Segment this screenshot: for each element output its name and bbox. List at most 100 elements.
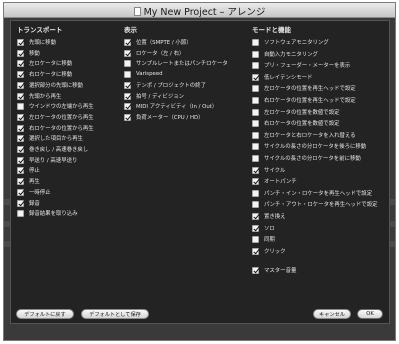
unchecked-checkbox[interactable]	[124, 70, 131, 78]
checked-checkbox[interactable]	[252, 166, 259, 174]
checked-checkbox[interactable]	[17, 49, 24, 57]
option-label: サンプルレートまたはパンチロケータ	[136, 61, 228, 67]
option-row[interactable]: サンプルレートまたはパンチロケータ	[124, 58, 228, 68]
option-row[interactable]: マスター音量	[252, 265, 296, 275]
checked-checkbox[interactable]	[17, 199, 24, 207]
option-row[interactable]: 左ロケータの位置を数値で設定	[252, 107, 339, 117]
option-row[interactable]: サイクルの長さの分ロケータを前に移動	[252, 153, 361, 163]
checked-checkbox[interactable]	[17, 156, 24, 164]
restore-default-button[interactable]: デフォルトに戻す	[16, 309, 74, 319]
option-row[interactable]: サイクルの長さの分ロケータを後ろに移動	[252, 141, 366, 151]
option-label: 左ロケータと右ロケータを入れ替える	[264, 133, 356, 139]
checked-checkbox[interactable]	[124, 113, 131, 121]
checked-checkbox[interactable]	[252, 266, 259, 274]
checked-checkbox[interactable]	[17, 145, 24, 153]
option-row[interactable]: オートパンチ	[252, 176, 297, 186]
unchecked-checkbox[interactable]	[252, 38, 259, 46]
option-row[interactable]: 停止	[17, 165, 40, 175]
option-row[interactable]: Varispeed	[124, 69, 163, 79]
checked-checkbox[interactable]	[124, 102, 131, 110]
option-row[interactable]: 右ロケータの位置を再生ヘッドで設定	[252, 95, 356, 105]
option-row[interactable]: ソロ	[252, 223, 275, 233]
option-row[interactable]: 一時停止	[17, 187, 51, 197]
unchecked-checkbox[interactable]	[252, 96, 259, 104]
option-row[interactable]: 左ロケータと右ロケータを入れ替える	[252, 130, 355, 140]
checked-checkbox[interactable]	[124, 92, 131, 100]
option-row[interactable]: ロケータ（左 / 右）	[124, 48, 184, 58]
unchecked-checkbox[interactable]	[124, 59, 131, 67]
option-row[interactable]: 右ロケータの位置を数値で設定	[252, 118, 339, 128]
unchecked-checkbox[interactable]	[252, 235, 259, 243]
option-row[interactable]: 巻き戻し / 高速巻き戻し	[17, 144, 88, 154]
option-row[interactable]: テンポ / プロジェクトの終了	[124, 80, 206, 90]
option-row[interactable]: 右ロケータに移動	[17, 69, 72, 79]
option-row[interactable]: ソフトウェアモニタリング	[252, 37, 329, 47]
unchecked-checkbox[interactable]	[252, 61, 259, 69]
option-row[interactable]: 同期	[252, 234, 275, 244]
checked-checkbox[interactable]	[17, 188, 24, 196]
option-row[interactable]: 左ロケータの位置から再生	[17, 112, 94, 122]
ok-button[interactable]: OK	[357, 309, 383, 319]
option-row[interactable]: 負荷メーター（CPU / HD）	[124, 112, 204, 122]
checked-checkbox[interactable]	[17, 81, 24, 89]
option-label: 先頭から再生	[29, 94, 62, 100]
unchecked-checkbox[interactable]	[252, 200, 259, 208]
option-row[interactable]: 拍号 / ディビジョン	[124, 91, 184, 101]
checked-checkbox[interactable]	[17, 113, 24, 121]
option-row[interactable]: 位置（SMPTE / 小節）	[124, 37, 192, 47]
option-row[interactable]: 選択した項目から再生	[17, 133, 83, 143]
checked-checkbox[interactable]	[17, 38, 24, 46]
checked-checkbox[interactable]	[124, 49, 131, 57]
checked-checkbox[interactable]	[17, 134, 24, 142]
option-row[interactable]: 録音結果を取り込み	[17, 208, 78, 218]
checked-checkbox[interactable]	[252, 212, 259, 220]
checked-checkbox[interactable]	[252, 177, 259, 185]
option-row[interactable]: 再生	[17, 176, 40, 186]
option-row[interactable]: 先頭に移動	[17, 37, 56, 47]
checked-checkbox[interactable]	[124, 38, 131, 46]
option-row[interactable]: 早送り / 高速早送り	[17, 155, 77, 165]
unchecked-checkbox[interactable]	[252, 189, 259, 197]
option-row[interactable]: サイクル	[252, 165, 285, 175]
option-row[interactable]: パンチ・アウト・ロケータを再生ヘッドで設定	[252, 199, 377, 209]
option-row[interactable]: プリ・フェーダー・メーターを表示	[252, 60, 350, 70]
unchecked-checkbox[interactable]	[252, 108, 259, 116]
checked-checkbox[interactable]	[17, 59, 24, 67]
option-row[interactable]: 選択部分の先頭に移動	[17, 80, 83, 90]
save-as-default-button[interactable]: デフォルトとして保存	[81, 309, 149, 319]
unchecked-checkbox[interactable]	[252, 84, 259, 92]
unchecked-checkbox[interactable]	[252, 154, 259, 162]
option-row[interactable]: 録音	[17, 198, 40, 208]
option-row[interactable]: 左ロケータに移動	[17, 58, 72, 68]
checked-checkbox[interactable]	[124, 81, 131, 89]
option-row[interactable]: 右ロケータの位置から再生	[17, 123, 94, 133]
checked-checkbox[interactable]	[17, 70, 24, 78]
checked-checkbox[interactable]	[17, 124, 24, 132]
checked-checkbox[interactable]	[17, 166, 24, 174]
option-row[interactable]: ウインドウの左端から再生	[17, 101, 94, 111]
checked-checkbox[interactable]	[252, 247, 259, 255]
option-label: オートパンチ	[264, 179, 297, 185]
unchecked-checkbox[interactable]	[252, 50, 259, 58]
option-row[interactable]: 先頭から再生	[17, 91, 61, 101]
checked-checkbox[interactable]	[252, 224, 259, 232]
option-row[interactable]: MIDI アクティビティ（In / Out）	[124, 101, 217, 111]
checked-checkbox[interactable]	[17, 177, 24, 185]
option-row[interactable]: パンチ・イン・ロケータを再生ヘッドで設定	[252, 188, 372, 198]
unchecked-checkbox[interactable]	[252, 131, 259, 139]
checked-checkbox[interactable]	[17, 92, 24, 100]
option-row[interactable]: クリック	[252, 246, 286, 256]
option-label: 先頭に移動	[29, 40, 56, 46]
checked-checkbox[interactable]	[252, 73, 259, 81]
option-row[interactable]: 移動	[17, 48, 40, 58]
cancel-button[interactable]: キャンセル	[313, 309, 351, 319]
title-bar[interactable]: My New Project – アレンジ	[4, 3, 395, 18]
option-row[interactable]: 低レイテンシモード	[252, 72, 312, 82]
unchecked-checkbox[interactable]	[17, 102, 24, 110]
unchecked-checkbox[interactable]	[17, 209, 24, 217]
option-row[interactable]: 自動入力モニタリング	[252, 49, 318, 59]
option-row[interactable]: 置き換え	[252, 211, 286, 221]
option-row[interactable]: 左ロケータの位置を再生ヘッドで設定	[252, 83, 356, 93]
unchecked-checkbox[interactable]	[252, 142, 259, 150]
unchecked-checkbox[interactable]	[252, 119, 259, 127]
